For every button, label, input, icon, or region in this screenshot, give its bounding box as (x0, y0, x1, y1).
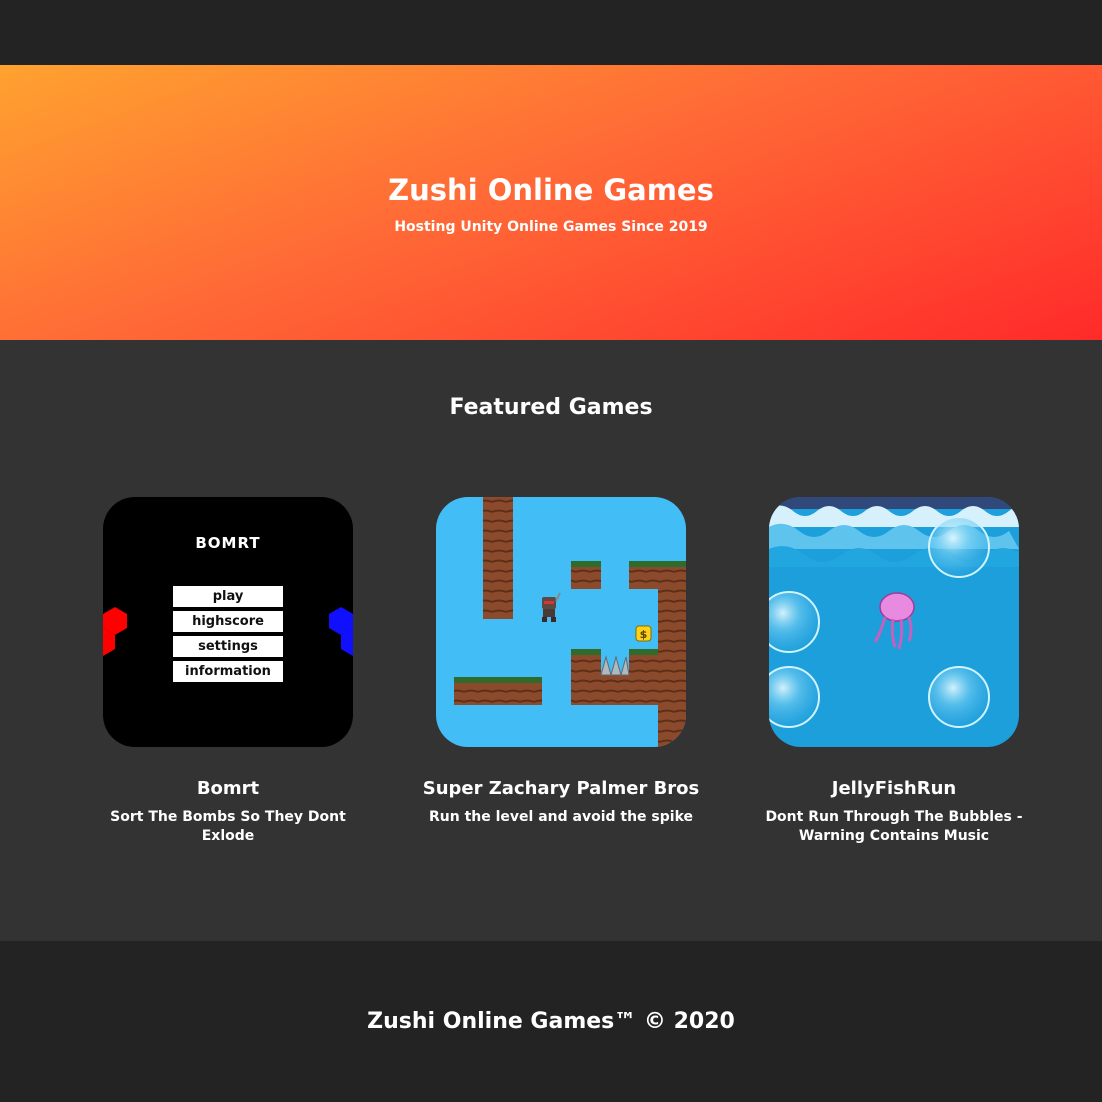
game-description: Dont Run Through The Bubbles - Warning C… (765, 809, 1023, 844)
featured-games-section: Featured Games Bomrt play highscore sett… (0, 340, 1102, 941)
game-title[interactable]: Bomrt (88, 778, 368, 800)
hero-banner: Zushi Online Games Hosting Unity Online … (0, 65, 1102, 340)
bomrt-screen: Bomrt play highscore settings informatio… (103, 497, 353, 747)
game-thumbnail-jellyfish[interactable] (769, 497, 1019, 747)
game-thumbnail-bomrt[interactable]: Bomrt play highscore settings informatio… (103, 497, 353, 747)
game-title[interactable]: Super Zachary Palmer Bros (421, 778, 701, 800)
jellyfish-icon (873, 592, 915, 650)
copyright-text: Zushi Online Games™ © 2020 (367, 1009, 735, 1034)
dirt-column (483, 497, 513, 619)
game-description: Sort The Bombs So They Dont Exlode (110, 809, 346, 844)
palmer-level-art: $ (454, 497, 686, 747)
footer: Zushi Online Games™ © 2020 (0, 941, 1102, 1102)
grass-block (571, 649, 601, 705)
bubble-icon (769, 666, 820, 728)
game-card-jellyfishrun[interactable]: JellyFishRun Dont Run Through The Bubble… (754, 497, 1034, 846)
dirt-wall (658, 589, 686, 747)
ninja-character-icon (542, 592, 561, 622)
bomrt-hexagons (103, 607, 353, 656)
featured-games-heading: Featured Games (449, 395, 653, 420)
game-card-bomrt[interactable]: Bomrt play highscore settings informatio… (88, 497, 368, 846)
bubble-icon (769, 591, 820, 653)
bubble-icon (928, 666, 990, 728)
top-bar (0, 0, 1102, 65)
site-tagline: Hosting Unity Online Games Since 2019 (394, 219, 708, 235)
palmer-screen: $ (436, 497, 686, 747)
game-thumbnail-palmer[interactable]: $ (436, 497, 686, 747)
game-card-super-zachary-palmer-bros[interactable]: $ Super Zachary Palmer Bros Run the leve… (421, 497, 701, 827)
jellyfish-screen (769, 497, 1019, 747)
bubble-icon (928, 516, 990, 578)
game-title[interactable]: JellyFishRun (754, 778, 1034, 800)
grass-block (629, 649, 658, 705)
game-description: Run the level and avoid the spike (429, 809, 694, 825)
jellyfish-scene (769, 497, 1019, 728)
coin-symbol: $ (640, 628, 648, 641)
spike-trap (600, 655, 630, 677)
site-title: Zushi Online Games (388, 173, 714, 207)
